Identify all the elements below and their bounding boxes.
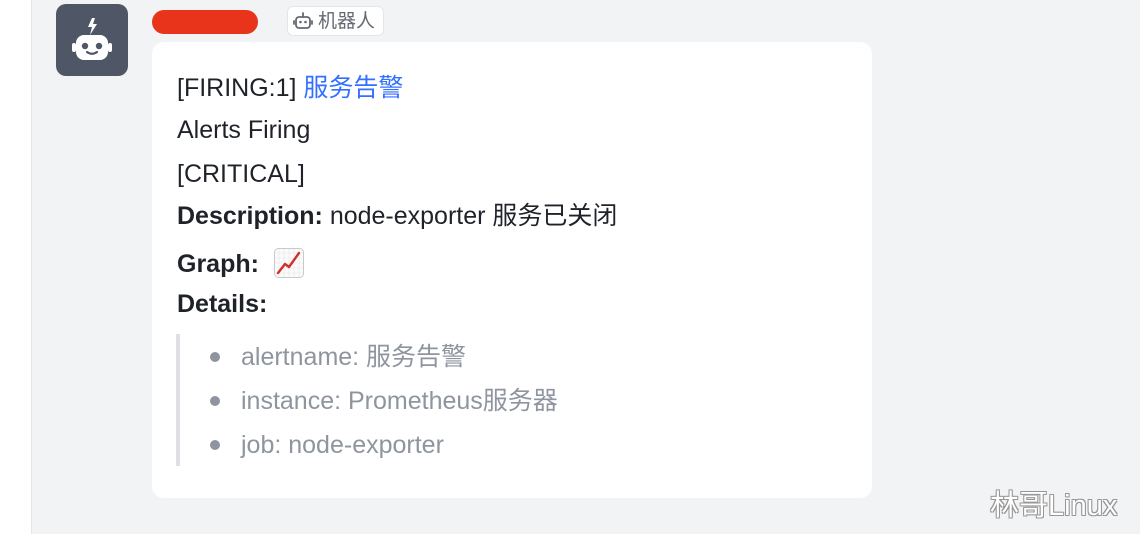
detail-text: alertname: 服务告警 xyxy=(241,342,467,371)
bullet-icon xyxy=(210,352,220,362)
bullet-icon xyxy=(210,396,220,406)
robot-icon xyxy=(293,12,313,29)
detail-text: instance: Prometheus服务器 xyxy=(241,386,558,415)
alert-title-line: [FIRING:1] 服务告警 xyxy=(177,76,403,101)
message-card: [FIRING:1] 服务告警 Alerts Firing [CRITICAL]… xyxy=(152,42,872,498)
details-label: Details: xyxy=(177,290,268,318)
graph-label: Graph: xyxy=(177,250,259,278)
alert-title-link[interactable]: 服务告警 xyxy=(303,74,403,102)
robot-icon xyxy=(72,18,112,60)
bot-avatar[interactable] xyxy=(56,4,128,76)
alerts-heading: Alerts Firing xyxy=(177,116,311,144)
graph-line: Graph: xyxy=(177,248,304,283)
details-list: alertname: 服务告警 instance: Prometheus服务器 … xyxy=(176,334,680,466)
watermark: 林哥Linux xyxy=(990,490,1118,522)
description-label: Description: xyxy=(177,202,323,230)
firing-status: [FIRING:1] xyxy=(177,74,297,102)
left-panel-edge xyxy=(0,0,32,534)
chart-increasing-icon[interactable] xyxy=(273,248,304,283)
description-line: Description: node-exporter 服务已关闭 xyxy=(177,204,617,229)
sender-name-redacted xyxy=(152,10,258,34)
robot-tag-label: 机器人 xyxy=(318,10,376,32)
detail-text: job: node-exporter xyxy=(241,430,444,459)
description-value: node-exporter 服务已关闭 xyxy=(329,202,618,230)
severity-text: [CRITICAL] xyxy=(177,160,305,188)
robot-tag: 机器人 xyxy=(287,6,385,36)
bullet-icon xyxy=(210,440,220,450)
